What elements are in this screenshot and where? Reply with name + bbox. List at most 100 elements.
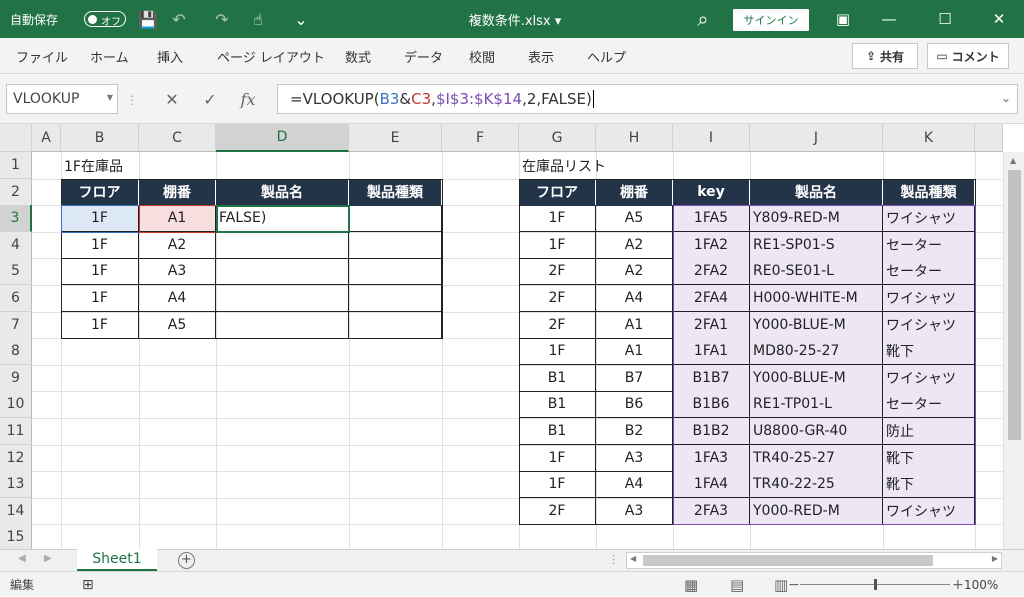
- formula-input[interactable]: =VLOOKUP(B3 & C3, $I$3:$K$14,2,FALSE) ⌄: [277, 84, 1018, 114]
- row-header-9[interactable]: 9: [0, 364, 32, 392]
- cancel-icon[interactable]: ✕: [153, 90, 191, 109]
- formula-ref-b3: B3: [379, 90, 400, 108]
- enter-icon[interactable]: ✓: [191, 90, 229, 109]
- formula-ref-range: $I$3:$K$14: [435, 90, 523, 108]
- sheet-tab-bar: ◀ ▶ Sheet1 + ⋮ ◀ ▶: [0, 549, 1024, 571]
- tab-insert[interactable]: 挿入: [157, 38, 183, 74]
- normal-view-icon[interactable]: ▦: [684, 572, 698, 597]
- tab-home[interactable]: ホーム: [90, 38, 129, 74]
- row-header-5[interactable]: 5: [0, 258, 32, 286]
- share-label: 共有: [880, 49, 905, 64]
- zoom-level[interactable]: 100%: [964, 572, 998, 597]
- comment-icon: ▭: [936, 49, 948, 63]
- vertical-scrollbar[interactable]: ▲: [1003, 152, 1024, 549]
- row-header-4[interactable]: 4: [0, 231, 32, 259]
- toggle-knob: [88, 15, 97, 24]
- row-header-15[interactable]: 15: [0, 524, 32, 549]
- file-title[interactable]: 複数条件.xlsx ▾: [440, 0, 590, 38]
- page-layout-view-icon[interactable]: ▤: [730, 572, 744, 597]
- close-icon[interactable]: ✕: [976, 0, 1022, 38]
- split-handle-icon[interactable]: ⋮: [608, 553, 619, 566]
- touch-mode-icon[interactable]: ☝: [247, 0, 269, 38]
- title-bar: 自動保存 オフ 💾 ↶ ↷ ☝ ⌄ 複数条件.xlsx ▾ ⌕ サインイン ▣ …: [0, 0, 1024, 38]
- horizontal-scroll-thumb[interactable]: [643, 555, 933, 566]
- fx-icon[interactable]: fx: [229, 90, 267, 109]
- column-header-c[interactable]: C: [139, 124, 216, 152]
- column-header-b[interactable]: B: [61, 124, 139, 152]
- search-icon[interactable]: ⌕: [692, 0, 714, 38]
- row-header-8[interactable]: 8: [0, 338, 32, 366]
- tab-view[interactable]: 表示: [528, 38, 554, 74]
- column-header-j[interactable]: J: [750, 124, 883, 152]
- save-icon[interactable]: 💾: [137, 0, 159, 38]
- name-box-value: VLOOKUP: [13, 91, 80, 107]
- row-header-14[interactable]: 14: [0, 497, 32, 525]
- right-table-title[interactable]: 在庫品リスト: [519, 152, 679, 179]
- horizontal-scrollbar[interactable]: ◀ ▶: [626, 552, 1002, 569]
- formula-part: &: [399, 90, 412, 108]
- undo-icon[interactable]: ↶: [168, 0, 190, 38]
- vertical-scroll-thumb[interactable]: [1008, 170, 1021, 440]
- maximize-icon[interactable]: ☐: [922, 0, 968, 38]
- more-options-icon[interactable]: ⋮: [126, 93, 138, 107]
- scroll-right-icon[interactable]: ▶: [992, 554, 998, 563]
- tab-data[interactable]: データ: [404, 38, 443, 74]
- accessibility-icon[interactable]: ⊞: [82, 572, 94, 597]
- zoom-out-icon[interactable]: −: [788, 572, 800, 597]
- ribbon-display-icon[interactable]: ▣: [820, 0, 866, 38]
- row-header-2[interactable]: 2: [0, 178, 32, 206]
- redo-icon[interactable]: ↷: [211, 0, 233, 38]
- formula-part: =VLOOKUP(: [290, 90, 380, 108]
- next-sheet-icon[interactable]: ▶: [44, 553, 52, 564]
- zoom-slider-knob[interactable]: [874, 579, 877, 590]
- signin-button[interactable]: サインイン: [733, 9, 809, 31]
- autosave-label: 自動保存: [10, 12, 59, 27]
- column-header-k[interactable]: K: [883, 124, 975, 152]
- row-header-7[interactable]: 7: [0, 311, 32, 339]
- lookup-range-highlight: [673, 205, 976, 526]
- row-header-3[interactable]: 3: [0, 205, 32, 233]
- page-break-view-icon[interactable]: ▥: [774, 572, 788, 597]
- ref-highlight-c3: [139, 205, 217, 234]
- share-icon: ⇪: [865, 49, 877, 63]
- add-sheet-icon[interactable]: +: [178, 552, 195, 569]
- column-header-g[interactable]: G: [519, 124, 596, 152]
- tab-formulas[interactable]: 数式: [345, 38, 371, 74]
- share-button[interactable]: ⇪ 共有: [852, 43, 918, 69]
- column-header-i[interactable]: I: [673, 124, 750, 152]
- expand-formula-icon[interactable]: ⌄: [1001, 91, 1011, 105]
- row-header-10[interactable]: 10: [0, 391, 32, 419]
- name-box[interactable]: VLOOKUP ▼: [6, 84, 118, 114]
- left-table-title[interactable]: 1F在庫品: [61, 152, 221, 179]
- column-header-a[interactable]: A: [32, 124, 61, 152]
- minimize-icon[interactable]: —: [866, 0, 912, 38]
- row-header-6[interactable]: 6: [0, 285, 32, 312]
- tab-review[interactable]: 校閲: [469, 38, 495, 74]
- tab-help[interactable]: ヘルプ: [587, 38, 626, 74]
- tab-file[interactable]: ファイル: [16, 38, 68, 74]
- column-header-d[interactable]: D: [216, 124, 349, 152]
- sheet-tab-sheet1[interactable]: Sheet1: [77, 549, 157, 571]
- chevron-down-icon[interactable]: ▼: [107, 93, 113, 102]
- formula-ref-c3: C3: [411, 90, 432, 108]
- worksheet-grid[interactable]: A B C D E F G H I J K 1 2 3 4 5 6 7 8 9 10 11 12 13 14 15 1F在庫品 フロア…: [0, 124, 1024, 549]
- row-header-1[interactable]: 1: [0, 152, 32, 179]
- row-header-12[interactable]: 12: [0, 444, 32, 472]
- zoom-in-icon[interactable]: +: [952, 572, 964, 597]
- scroll-up-icon[interactable]: ▲: [1010, 156, 1016, 165]
- select-all-corner[interactable]: [0, 124, 32, 152]
- tab-page-layout[interactable]: ページ レイアウト: [217, 38, 325, 74]
- customize-toolbar-icon[interactable]: ⌄: [290, 0, 312, 38]
- row-header-13[interactable]: 13: [0, 471, 32, 499]
- scroll-left-icon[interactable]: ◀: [630, 554, 636, 563]
- ref-highlight-b3: [61, 205, 140, 234]
- formula-buttons: ✕ ✓ fx: [153, 84, 273, 114]
- row-header-11[interactable]: 11: [0, 418, 32, 445]
- comment-button[interactable]: ▭ コメント: [927, 43, 1009, 69]
- autosave-toggle[interactable]: オフ: [84, 11, 126, 28]
- column-header-e[interactable]: E: [349, 124, 442, 152]
- prev-sheet-icon[interactable]: ◀: [18, 553, 26, 564]
- column-header-f[interactable]: F: [442, 124, 519, 152]
- left-table-border: [61, 178, 443, 340]
- column-header-h[interactable]: H: [596, 124, 673, 152]
